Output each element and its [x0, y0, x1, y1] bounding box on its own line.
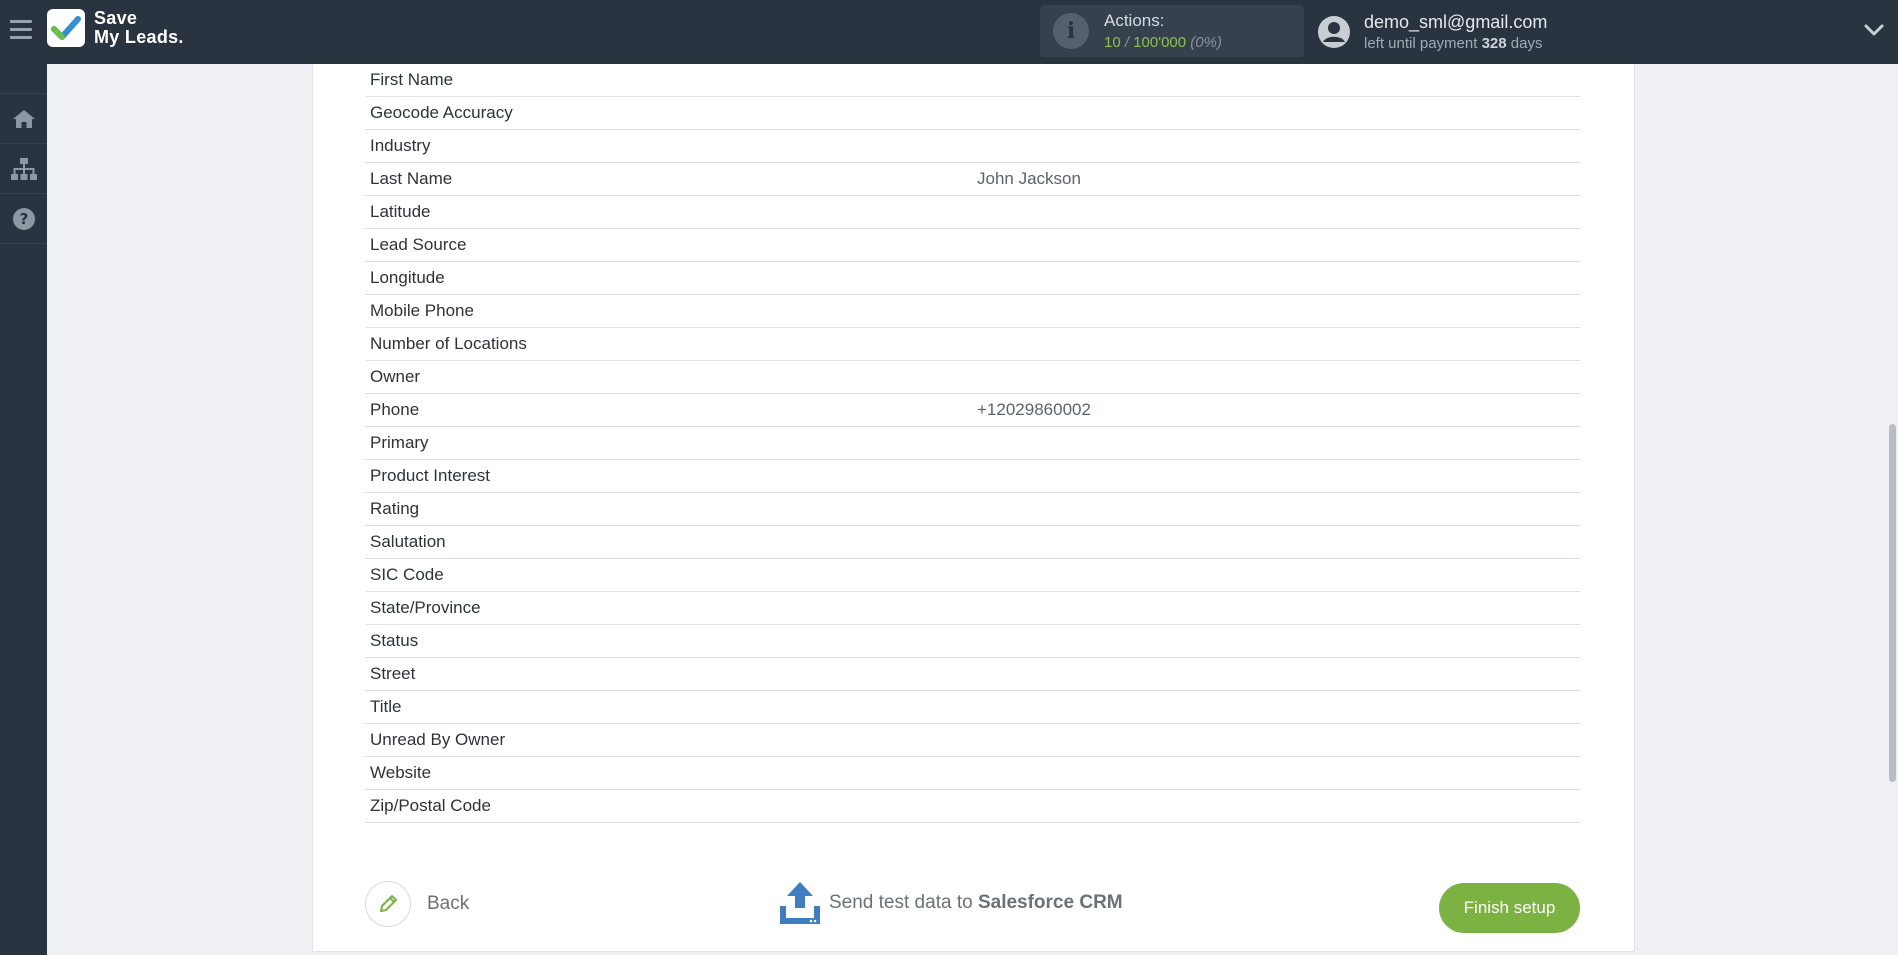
field-row: SIC Code [365, 559, 1580, 592]
user-email: demo_sml@gmail.com [1364, 12, 1548, 32]
field-name: SIC Code [370, 565, 444, 584]
field-row: Owner [365, 361, 1580, 394]
field-name: Geocode Accuracy [370, 103, 513, 122]
field-row: Status [365, 625, 1580, 658]
sidebar-item-home[interactable] [0, 94, 47, 144]
scrollbar-thumb[interactable] [1889, 424, 1896, 782]
field-row: Rating [365, 493, 1580, 526]
fields-table: First Name Geocode Accuracy Industry Last N… [365, 64, 1580, 823]
field-name: Title [370, 697, 402, 716]
top-bar: Save My Leads. i Actions: 10 / 100'000 (… [0, 0, 1898, 64]
payment-info: left until payment 328 days [1364, 35, 1547, 52]
field-name: Zip/Postal Code [370, 796, 491, 815]
payment-suffix: days [1506, 35, 1543, 52]
field-value: John Jackson [977, 169, 1081, 188]
payment-days: 328 [1481, 35, 1507, 52]
send-test-label: Send test data to Salesforce CRM [829, 892, 1123, 914]
field-name: Lead Source [370, 235, 467, 254]
field-row: Product Interest [365, 460, 1580, 493]
field-row: Latitude [365, 196, 1580, 229]
logo-text: Save My Leads. [94, 9, 184, 47]
logo[interactable]: Save My Leads. [47, 9, 184, 47]
actions-count: 10 / 100'000 (0%) [1104, 34, 1222, 51]
field-row: Website [365, 757, 1580, 790]
field-row: Title [365, 691, 1580, 724]
send-prefix: Send test data to [829, 892, 978, 913]
field-name: Last Name [370, 169, 453, 188]
field-row: Primary [365, 427, 1580, 460]
field-row: Lead Source [365, 229, 1580, 262]
logo-line1: Save [94, 8, 138, 28]
home-icon [12, 109, 35, 128]
field-name: Rating [370, 499, 420, 518]
actions-total: 100'000 [1133, 34, 1187, 51]
field-name: Mobile Phone [370, 301, 474, 320]
field-name: Primary [370, 433, 429, 452]
actions-used: 10 [1104, 34, 1121, 51]
field-row: Number of Locations [365, 328, 1580, 361]
info-icon: i [1053, 13, 1089, 49]
card-footer: Back Send test data to Salesforce CRM Fi… [365, 874, 1580, 933]
sidebar: ? [0, 64, 47, 955]
back-label: Back [427, 893, 470, 914]
chevron-down-icon[interactable] [1862, 22, 1886, 38]
finish-setup-button[interactable]: Finish setup [1439, 883, 1580, 933]
field-name: Product Interest [370, 466, 491, 485]
field-name: Unread By Owner [370, 730, 506, 749]
field-name: Status [370, 631, 419, 650]
logo-check-icon [47, 9, 85, 47]
field-row: Longitude [365, 262, 1580, 295]
sidebar-spacer [0, 64, 47, 94]
scrollbar[interactable] [1886, 64, 1898, 955]
field-name: Latitude [370, 202, 431, 221]
sidebar-item-connections[interactable] [0, 144, 47, 194]
field-row: First Name [365, 64, 1580, 97]
field-preview-card: First Name Geocode Accuracy Industry Last N… [312, 64, 1635, 952]
actions-separator: / [1120, 34, 1134, 51]
sidebar-item-help[interactable]: ? [0, 194, 47, 244]
field-row: Street [365, 658, 1580, 691]
field-row: State/Province [365, 592, 1580, 625]
field-row: Industry [365, 130, 1580, 163]
user-avatar-icon [1318, 16, 1350, 48]
send-test-data-button[interactable]: Send test data to Salesforce CRM [777, 880, 1123, 926]
field-name: Phone [370, 400, 420, 419]
field-row: Unread By Owner [365, 724, 1580, 757]
main-area: First Name Geocode Accuracy Industry Last N… [47, 64, 1898, 955]
actions-percent: (0%) [1186, 34, 1222, 51]
field-row: Last Name John Jackson [365, 163, 1580, 196]
user-account[interactable]: demo_sml@gmail.com left until payment 32… [1317, 12, 1547, 52]
field-row: Salutation [365, 526, 1580, 559]
sitemap-icon [10, 157, 37, 180]
back-button[interactable]: Back [365, 881, 469, 927]
pencil-icon [365, 881, 411, 927]
field-name: Salutation [370, 532, 446, 551]
field-row: Mobile Phone [365, 295, 1580, 328]
upload-icon [780, 882, 820, 924]
logo-line2: My Leads. [94, 27, 184, 47]
field-row: Phone +12029860002 [365, 394, 1580, 427]
payment-prefix: left until payment [1364, 35, 1482, 52]
field-row: Geocode Accuracy [365, 97, 1580, 130]
field-row: Zip/Postal Code [365, 790, 1580, 823]
field-name: Longitude [370, 268, 445, 287]
field-name: Street [370, 664, 416, 683]
menu-icon[interactable] [10, 20, 32, 40]
help-icon: ? [12, 207, 35, 230]
actions-panel[interactable]: i Actions: 10 / 100'000 (0%) [1040, 5, 1304, 57]
field-name: State/Province [370, 598, 481, 617]
field-value: +12029860002 [977, 400, 1091, 419]
send-target: Salesforce CRM [977, 892, 1123, 913]
svg-text:?: ? [19, 210, 28, 228]
field-name: Industry [370, 136, 431, 155]
field-name: First Name [370, 70, 454, 89]
field-name: Number of Locations [370, 334, 527, 353]
actions-label: Actions: [1104, 11, 1165, 30]
field-name: Website [370, 763, 432, 782]
field-name: Owner [370, 367, 421, 386]
